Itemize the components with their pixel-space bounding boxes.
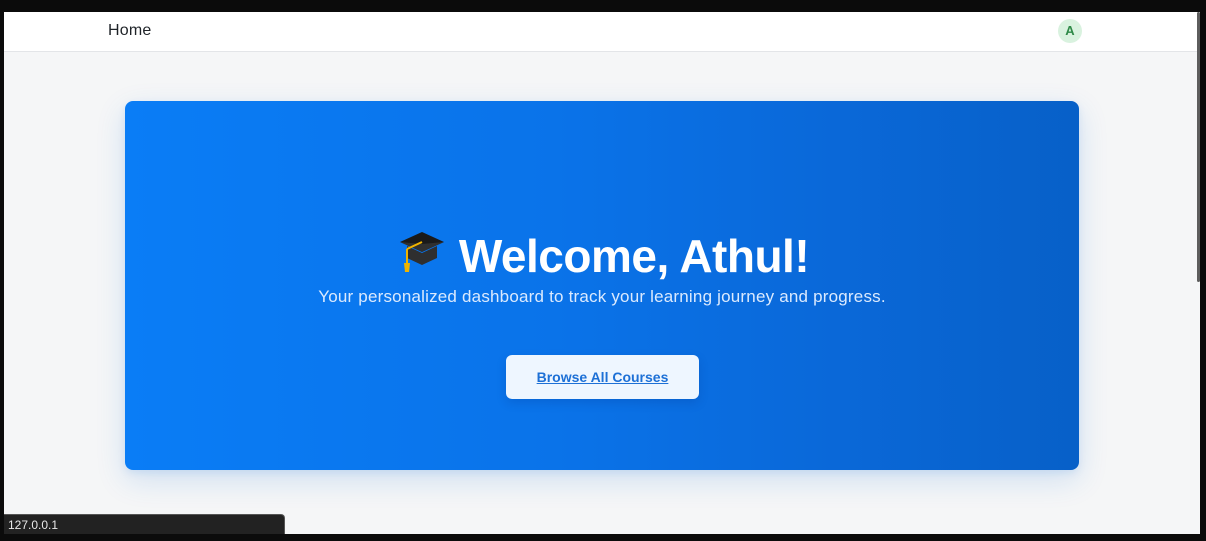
home-link[interactable]: Home [108,22,151,40]
graduation-cap-icon [395,225,449,275]
welcome-subtitle: Your personalized dashboard to track you… [318,287,886,306]
window-right-border [1200,0,1206,541]
user-avatar[interactable]: A [1058,19,1082,43]
vertical-scrollbar[interactable] [1197,12,1200,282]
browse-courses-button[interactable]: Browse All Courses [506,355,699,399]
top-navbar: Home A [4,12,1200,52]
welcome-heading: Welcome, Athul! [125,225,1079,282]
welcome-title-text: Welcome, Athul! [458,230,810,282]
window-bottom-border [0,534,1206,541]
window-top-border [0,0,1206,12]
browser-viewport: Home A Welcome, Athul! Your personalized… [4,12,1200,534]
welcome-hero: Welcome, Athul! Your personalized dashbo… [125,101,1079,470]
status-url-bar: 127.0.0.1 [4,514,285,534]
